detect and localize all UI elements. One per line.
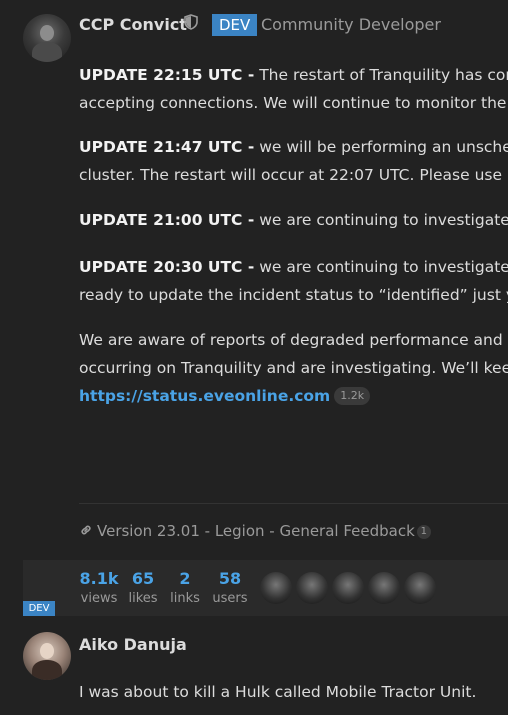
views-count: 8.1k xyxy=(79,569,119,588)
avatar-head xyxy=(39,24,55,41)
stat-links[interactable]: 2 links xyxy=(168,568,202,608)
update-text: we are continuing to investigate xyxy=(254,258,508,276)
views-label: views xyxy=(80,591,118,606)
update-text: The restart of Tranquility has com xyxy=(254,66,508,84)
avatar-head xyxy=(39,642,55,659)
update-2215: UPDATE 22:15 UTC - The restart of Tranqu… xyxy=(79,61,508,117)
update-2100: UPDATE 21:00 UTC - we are continuing to … xyxy=(79,206,508,234)
linked-topic-title[interactable]: Version 23.01 - Legion - General Feedbac… xyxy=(97,522,415,540)
topic-map: 8.1k views 65 likes 2 links 58 users xyxy=(23,560,508,616)
update-text: accepting connections. We will continue … xyxy=(79,94,507,112)
update-2030: UPDATE 20:30 UTC - we are continuing to … xyxy=(79,253,508,309)
stat-likes[interactable]: 65 likes xyxy=(125,568,161,608)
reply-author-name[interactable]: Aiko Danuja xyxy=(79,634,187,656)
links-count: 2 xyxy=(179,569,191,588)
author-avatar[interactable] xyxy=(23,14,71,62)
body-text: occurring on Tranquility and are investi… xyxy=(79,359,508,377)
update-label: UPDATE 22:15 UTC - xyxy=(79,66,255,84)
participant-avatar[interactable] xyxy=(260,572,292,604)
update-label: UPDATE 21:00 UTC - xyxy=(79,211,255,229)
update-2147: UPDATE 21:47 UTC - we will be performing… xyxy=(79,133,508,189)
linked-topic-count: 1 xyxy=(416,525,431,539)
participant-avatar[interactable] xyxy=(368,572,400,604)
participant-avatar[interactable] xyxy=(404,572,436,604)
reply-body: I was about to kill a Hulk called Mobile… xyxy=(79,683,477,701)
participant-avatar[interactable] xyxy=(332,572,364,604)
post-author-name[interactable]: CCP Convict xyxy=(79,14,187,36)
stat-views[interactable]: 8.1k views xyxy=(79,568,119,608)
post-divider xyxy=(79,503,508,504)
moderator-shield-icon xyxy=(184,14,198,30)
update-text: cluster. The restart will occur at 22:07… xyxy=(79,166,503,184)
link-click-count: 1.2k xyxy=(334,387,371,405)
user-title: Community Developer xyxy=(261,15,441,34)
dev-group-badge[interactable]: DEV xyxy=(212,14,258,36)
links-label: links xyxy=(170,591,200,606)
users-label: users xyxy=(212,591,248,606)
stat-users[interactable]: 58 users xyxy=(211,568,249,608)
reply-author-avatar[interactable] xyxy=(23,632,71,680)
update-text: ready to update the incident status to “… xyxy=(79,286,508,304)
update-text: we will be performing an unsche xyxy=(254,138,508,156)
likes-count: 65 xyxy=(131,569,155,588)
initial-report: We are aware of reports of degraded perf… xyxy=(79,326,508,410)
body-text: We are aware of reports of degraded perf… xyxy=(79,331,503,349)
participant-avatar[interactable] xyxy=(296,572,328,604)
likes-label: likes xyxy=(128,591,158,606)
avatar-body xyxy=(31,41,63,62)
update-label: UPDATE 21:47 UTC - xyxy=(79,138,255,156)
avatar-body xyxy=(31,659,63,680)
status-page-link[interactable]: https://status.eveonline.com xyxy=(79,387,330,405)
dev-flair: DEV xyxy=(23,601,55,616)
update-label: UPDATE 20:30 UTC - xyxy=(79,258,255,276)
update-text: we are continuing to investigate xyxy=(254,211,508,229)
users-count: 58 xyxy=(218,569,242,588)
link-icon xyxy=(81,525,91,535)
linked-topic[interactable]: Version 23.01 - Legion - General Feedbac… xyxy=(79,522,431,540)
